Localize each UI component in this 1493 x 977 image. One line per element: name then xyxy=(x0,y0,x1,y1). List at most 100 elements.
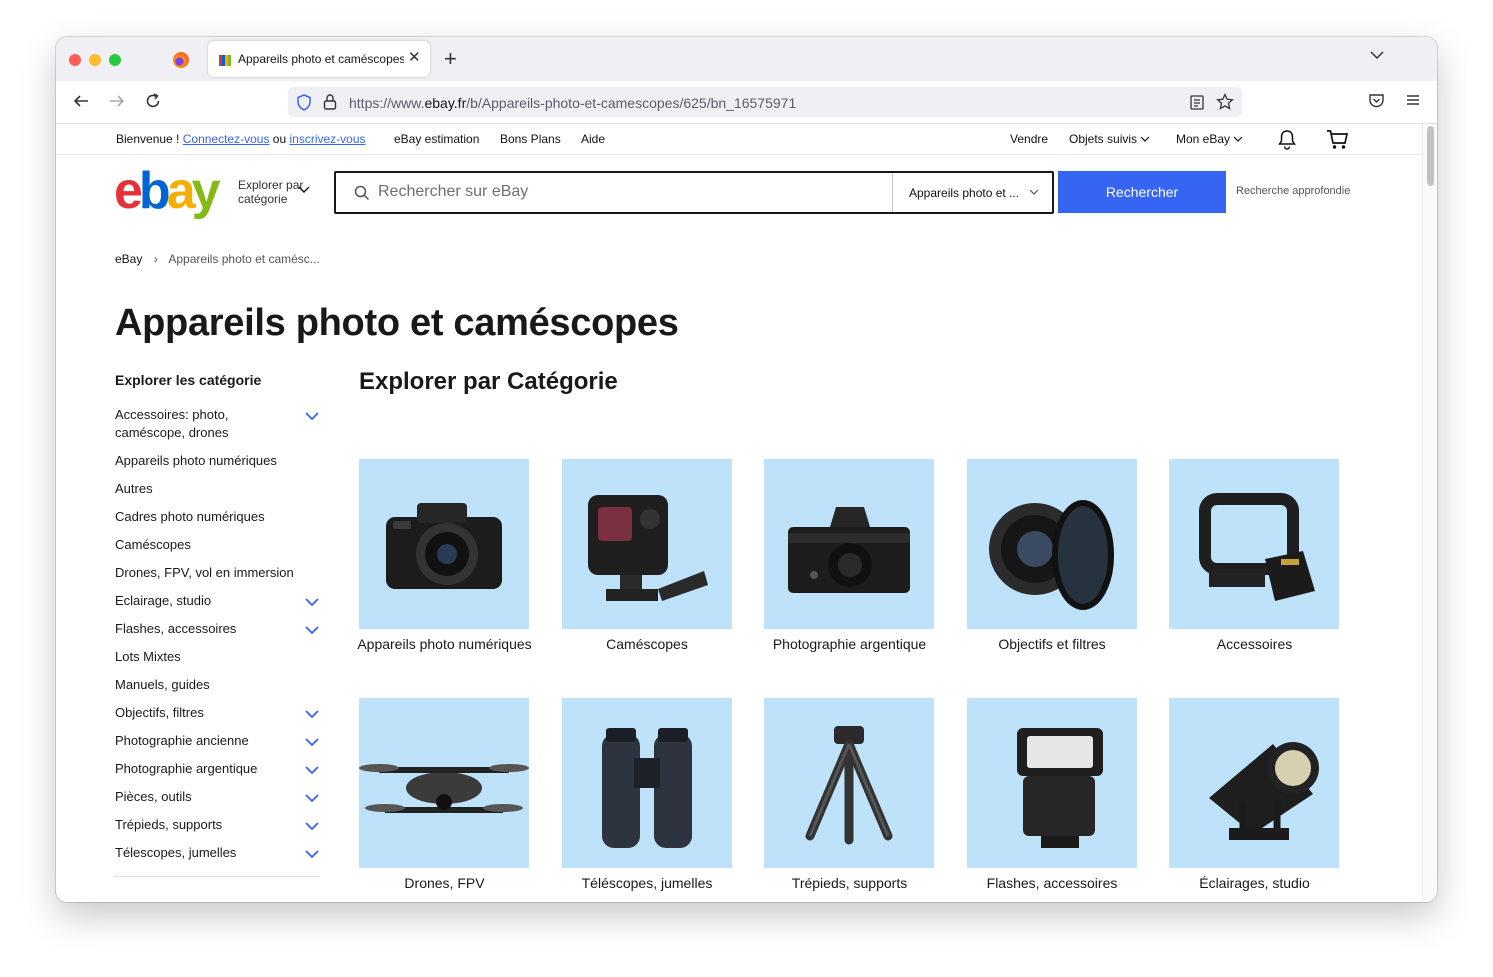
url-bar[interactable]: https://www.ebay.fr/b/Appareils-photo-et… xyxy=(288,87,1242,117)
sidebar-item[interactable]: Accessoires: photo, caméscope, drones xyxy=(115,406,300,442)
flash-icon xyxy=(1016,728,1103,848)
category-label[interactable]: Éclairages, studio xyxy=(1153,874,1356,893)
pocket-icon[interactable] xyxy=(1368,92,1385,109)
scrollbar[interactable] xyxy=(1422,124,1437,902)
sidebar-item[interactable]: Eclairage, studio xyxy=(115,592,300,610)
studio-light-icon xyxy=(1209,742,1319,840)
sidebar-item[interactable]: Autres xyxy=(115,480,300,498)
close-window-button[interactable] xyxy=(69,54,81,66)
category-image[interactable] xyxy=(966,698,1137,868)
category-image[interactable] xyxy=(359,698,529,868)
category-select[interactable]: Appareils photo et ... xyxy=(892,173,1053,212)
sidebar-item[interactable]: Appareils photo numériques xyxy=(115,452,300,470)
signin-link[interactable]: Connectez-vous xyxy=(183,132,270,146)
minimize-window-button[interactable] xyxy=(89,54,101,66)
category-image[interactable] xyxy=(1169,698,1339,868)
expand-chevron-icon[interactable] xyxy=(305,598,319,607)
sell-link[interactable]: Vendre xyxy=(1010,132,1048,146)
sidebar-item[interactable]: Cadres photo numériques xyxy=(115,508,300,526)
search-button[interactable]: Rechercher xyxy=(1058,171,1226,213)
advanced-search-link[interactable]: Recherche approfondie xyxy=(1236,185,1350,197)
notification-bell-icon[interactable] xyxy=(1277,129,1297,150)
search-icon xyxy=(354,185,370,201)
tab-active[interactable]: Appareils photo et caméscopes ✕ xyxy=(208,41,430,77)
expand-chevron-icon[interactable] xyxy=(305,626,319,635)
film-camera-icon xyxy=(788,507,910,593)
expand-chevron-icon[interactable] xyxy=(305,822,319,831)
tripod-icon xyxy=(805,726,893,845)
deals-link[interactable]: Bons Plans xyxy=(500,132,561,146)
zoom-window-button[interactable] xyxy=(109,54,121,66)
chevron-down-icon xyxy=(1029,189,1039,195)
tab-close-icon[interactable]: ✕ xyxy=(408,48,421,66)
watchlist-menu[interactable]: Objets suivis xyxy=(1069,132,1150,146)
dslr-camera-icon xyxy=(386,503,502,589)
category-image[interactable] xyxy=(966,459,1137,629)
nav-bar: https://www.ebay.fr/b/Appareils-photo-et… xyxy=(56,81,1437,124)
sidebar-item[interactable]: Caméscopes xyxy=(115,536,300,554)
category-image[interactable] xyxy=(561,459,732,629)
category-label[interactable]: Drones, FPV xyxy=(343,874,546,893)
sidebar-item[interactable]: Pièces, outils xyxy=(115,788,300,806)
lens-filter-icon xyxy=(988,500,1114,610)
sidebar-item[interactable]: Drones, FPV, vol en immersion xyxy=(115,564,300,582)
url-text[interactable]: https://www.ebay.fr/b/Appareils-photo-et… xyxy=(349,95,796,111)
category-image[interactable] xyxy=(359,459,529,629)
my-ebay-menu[interactable]: Mon eBay xyxy=(1176,132,1243,146)
cart-icon[interactable] xyxy=(1326,129,1350,150)
category-label[interactable]: Trépieds, supports xyxy=(748,874,951,893)
expand-chevron-icon[interactable] xyxy=(305,850,319,859)
expand-chevron-icon[interactable] xyxy=(305,766,319,775)
register-link[interactable]: inscrivez-vous xyxy=(290,132,366,146)
sidebar-item[interactable]: Photographie argentique xyxy=(115,760,300,778)
reader-view-icon[interactable] xyxy=(1190,95,1204,110)
reload-icon[interactable] xyxy=(144,92,162,110)
help-link[interactable]: Aide xyxy=(581,132,605,146)
category-label[interactable]: Téléscopes, jumelles xyxy=(546,874,749,893)
forward-arrow-icon[interactable] xyxy=(108,92,126,110)
sidebar-item[interactable]: Lots Mixtes xyxy=(115,648,300,666)
estimation-link[interactable]: eBay estimation xyxy=(394,132,479,146)
breadcrumb-home[interactable]: eBay xyxy=(115,252,142,266)
new-tab-icon[interactable]: + xyxy=(444,46,457,72)
sidebar-item[interactable]: Manuels, guides xyxy=(115,676,300,694)
category-image[interactable] xyxy=(764,698,934,868)
tab-bar: Appareils photo et caméscopes ✕ + xyxy=(56,37,1437,81)
expand-chevron-icon[interactable] xyxy=(305,794,319,803)
ebay-logo[interactable]: ebay xyxy=(114,165,221,217)
list-tabs-chevron-icon[interactable] xyxy=(1369,50,1385,60)
expand-chevron-icon[interactable] xyxy=(305,412,319,421)
shield-icon[interactable] xyxy=(296,94,312,111)
category-label[interactable]: Flashes, accessoires xyxy=(951,874,1154,893)
category-image[interactable] xyxy=(1169,459,1339,629)
back-arrow-icon[interactable] xyxy=(72,92,90,110)
category-image[interactable] xyxy=(561,698,732,868)
sidebar-item[interactable]: Trépieds, supports xyxy=(115,816,300,834)
search-input[interactable]: Rechercher sur eBay xyxy=(378,183,528,201)
category-label[interactable]: Appareils photo numériques xyxy=(343,635,546,654)
expand-chevron-icon[interactable] xyxy=(305,738,319,747)
breadcrumb: eBay › Appareils photo et camésc... xyxy=(115,252,320,266)
sidebar-item[interactable]: Photographie ancienne xyxy=(115,732,300,750)
category-label[interactable]: Objectifs et filtres xyxy=(951,635,1154,654)
camera-cage-icon xyxy=(1199,493,1315,601)
category-label[interactable]: Caméscopes xyxy=(546,635,749,654)
search-box: Rechercher sur eBay Appareils photo et .… xyxy=(334,171,1054,214)
top-nav: Bienvenue ! Connectez-vous ou inscrivez-… xyxy=(56,124,1422,155)
bookmark-star-icon[interactable] xyxy=(1216,93,1234,111)
menu-hamburger-icon[interactable] xyxy=(1405,92,1421,108)
expand-chevron-icon[interactable] xyxy=(305,710,319,719)
category-image[interactable] xyxy=(764,459,934,629)
lock-icon[interactable] xyxy=(323,93,337,111)
chevron-down-icon xyxy=(1233,136,1243,142)
sidebar-item[interactable]: Flashes, accessoires xyxy=(115,620,300,638)
chevron-down-icon[interactable] xyxy=(298,186,310,194)
tab-title: Appareils photo et caméscopes xyxy=(238,52,404,66)
category-label[interactable]: Accessoires xyxy=(1153,635,1356,654)
sidebar-item[interactable]: Objectifs, filtres xyxy=(115,704,300,722)
scrollbar-thumb[interactable] xyxy=(1427,126,1434,186)
category-label[interactable]: Photographie argentique xyxy=(748,635,951,654)
chevron-down-icon xyxy=(1140,136,1150,142)
sidebar-item[interactable]: Télescopes, jumelles xyxy=(115,844,300,862)
firefox-icon[interactable] xyxy=(173,52,189,68)
